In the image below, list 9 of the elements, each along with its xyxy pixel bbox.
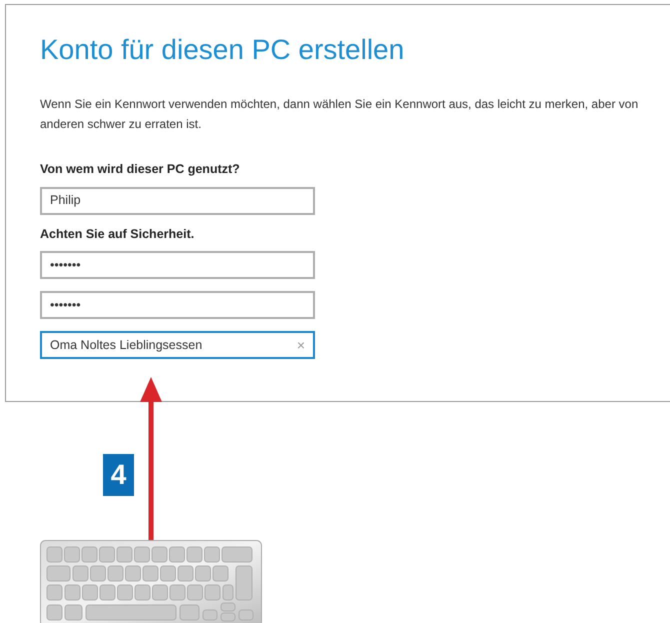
input-field[interactable]: ••••••• <box>40 251 315 280</box>
field-label: Von wem wird dieser PC genutzt? <box>40 160 241 178</box>
intro-text: Wenn Sie ein Kennwort verwenden möchten, dann wählen Sie ein Kennwort aus, das leicht zu merken, aber von anderen schwer zu erraten ist. <box>40 96 640 133</box>
input-field[interactable]: ••••••• <box>40 291 315 320</box>
field-label: Achten Sie auf Sicherheit. <box>40 226 196 243</box>
dialog-title: Konto für diesen PC erstellen <box>40 35 406 66</box>
step-number-badge: 4 <box>103 454 134 496</box>
input-field[interactable]: Oma Noltes Lieblingsessen × <box>40 331 315 360</box>
input-field[interactable]: Philip <box>40 186 315 215</box>
